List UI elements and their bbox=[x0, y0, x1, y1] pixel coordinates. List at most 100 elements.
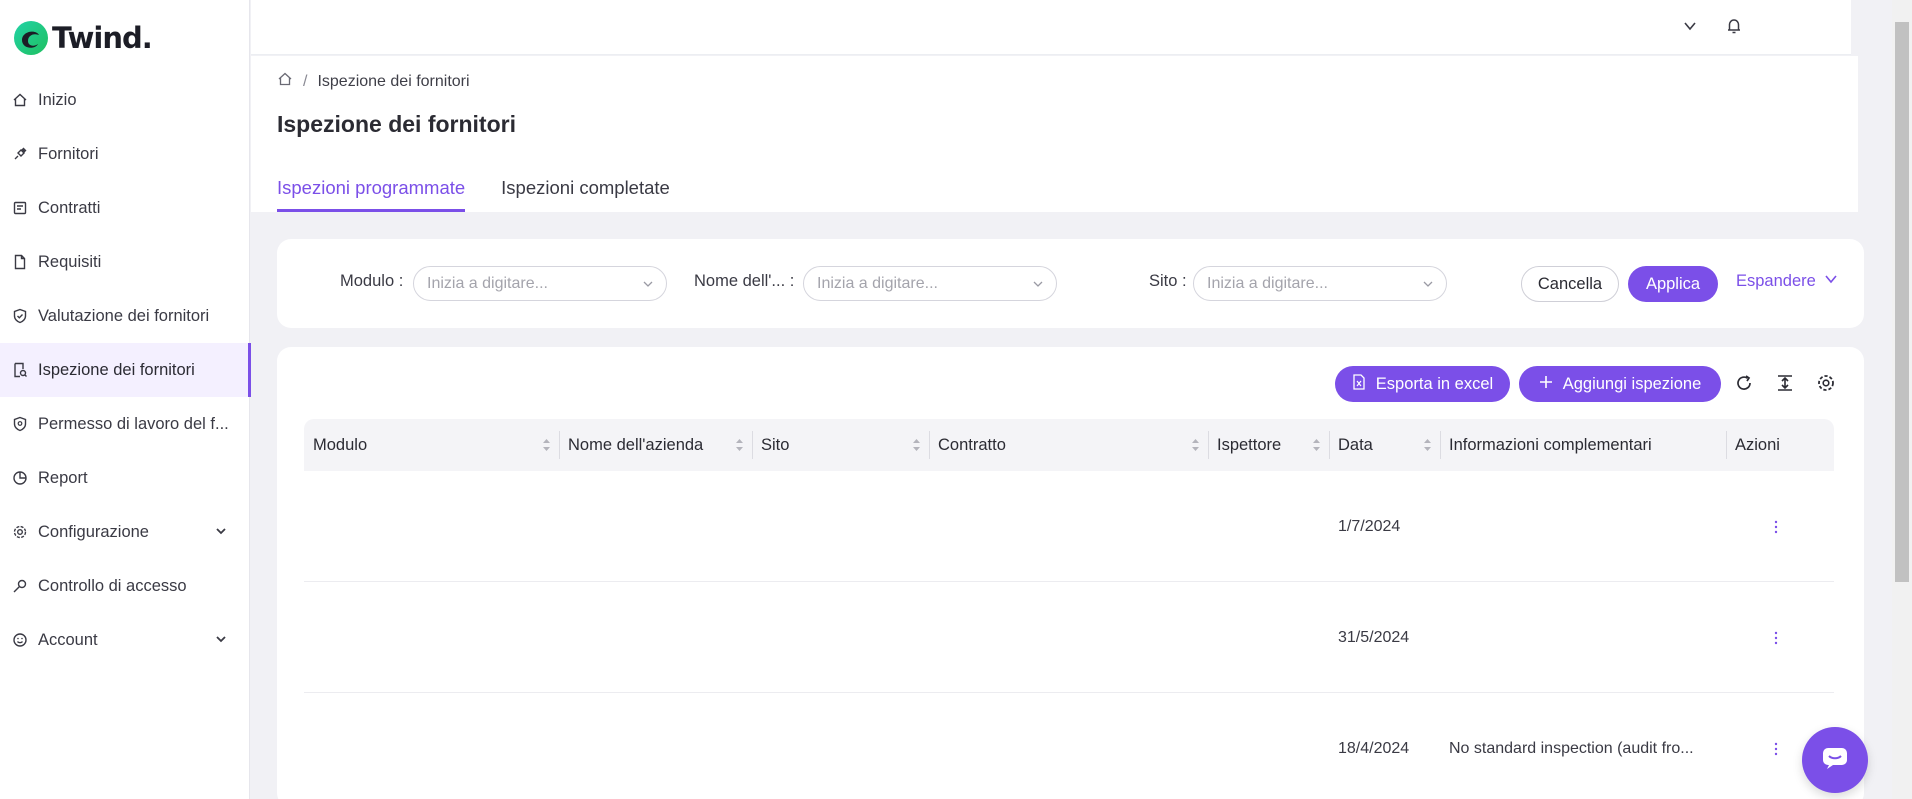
chevron-down-icon bbox=[1824, 272, 1838, 291]
column-label: Data bbox=[1338, 435, 1373, 454]
filter-nome-placeholder: Inizia a digitare... bbox=[817, 274, 938, 292]
cell-data: 31/5/2024 bbox=[1338, 628, 1410, 646]
filter-sito-placeholder: Inizia a digitare... bbox=[1207, 274, 1328, 292]
plug-icon bbox=[12, 146, 28, 162]
scrollbar-thumb[interactable] bbox=[1895, 22, 1909, 582]
refresh-icon[interactable] bbox=[1734, 373, 1754, 393]
column-label: Sito bbox=[761, 435, 790, 454]
chevron-down-icon[interactable] bbox=[1681, 17, 1699, 35]
pie-chart-icon bbox=[12, 470, 28, 486]
shield-icon bbox=[12, 416, 28, 432]
sidebar-item-permesso[interactable]: Permesso di lavoro del f... bbox=[0, 397, 250, 451]
plus-icon bbox=[1539, 375, 1553, 394]
sidebar-item-ispezione[interactable]: Ispezione dei fornitori bbox=[0, 343, 251, 397]
tabs: Ispezioni programmate Ispezioni completa… bbox=[277, 177, 670, 212]
gear-icon bbox=[12, 524, 28, 540]
settings-icon[interactable] bbox=[1816, 373, 1836, 393]
sidebar-item-label: Ispezione dei fornitori bbox=[38, 360, 195, 379]
breadcrumb-current: Ispezione dei fornitori bbox=[317, 72, 470, 90]
more-vertical-icon[interactable] bbox=[1774, 630, 1778, 646]
column-header-data[interactable]: Data bbox=[1329, 419, 1440, 471]
more-vertical-icon[interactable] bbox=[1774, 741, 1778, 757]
table-row[interactable]: 31/5/2024 bbox=[304, 582, 1834, 693]
filter-nome-select[interactable]: Inizia a digitare... bbox=[803, 266, 1057, 301]
chevron-down-icon bbox=[1032, 277, 1044, 289]
tab-ispezioni-programmate[interactable]: Ispezioni programmate bbox=[277, 177, 466, 212]
sidebar: Twind. Inizio Fornitori Contratti Requis… bbox=[0, 0, 251, 799]
chevron-down-icon bbox=[1422, 277, 1434, 289]
page-title: Ispezione dei fornitori bbox=[277, 111, 516, 137]
add-label: Aggiungi ispezione bbox=[1562, 374, 1702, 393]
chevron-down-icon bbox=[642, 277, 654, 289]
key-icon bbox=[12, 578, 28, 594]
column-header-sito[interactable]: Sito bbox=[752, 419, 929, 471]
sidebar-item-label: Account bbox=[38, 630, 98, 649]
sidebar-item-label: Configurazione bbox=[38, 522, 149, 541]
breadcrumb-separator: / bbox=[303, 72, 308, 90]
sidebar-item-controllo-accesso[interactable]: Controllo di accesso bbox=[0, 559, 250, 613]
sidebar-item-fornitori[interactable]: Fornitori bbox=[0, 127, 250, 181]
bell-icon[interactable] bbox=[1725, 17, 1743, 35]
column-label: Ispettore bbox=[1217, 435, 1282, 454]
sidebar-item-contratti[interactable]: Contratti bbox=[0, 181, 250, 235]
sidebar-item-report[interactable]: Report bbox=[0, 451, 250, 505]
sidebar-item-label: Requisiti bbox=[38, 252, 102, 271]
table-row[interactable]: 18/4/2024 No standard inspection (audit … bbox=[304, 693, 1834, 799]
column-height-icon[interactable] bbox=[1775, 373, 1795, 393]
column-label: Informazioni complementari bbox=[1449, 435, 1652, 454]
page-scrollbar[interactable] bbox=[1892, 0, 1912, 799]
sort-icon[interactable] bbox=[542, 438, 551, 452]
home-icon[interactable] bbox=[277, 71, 293, 92]
sidebar-item-valutazione[interactable]: Valutazione dei fornitori bbox=[0, 289, 250, 343]
chat-button[interactable] bbox=[1802, 727, 1868, 793]
table-panel: Esporta in excel Aggiungi ispezione Modu… bbox=[277, 347, 1864, 799]
sidebar-item-label: Contratti bbox=[38, 198, 101, 217]
sort-icon[interactable] bbox=[1191, 438, 1200, 452]
column-header-informazioni: Informazioni complementari bbox=[1440, 419, 1726, 471]
export-label: Esporta in excel bbox=[1375, 374, 1494, 393]
filter-sito-label: Sito : bbox=[1149, 272, 1187, 290]
filter-modulo-select[interactable]: Inizia a digitare... bbox=[413, 266, 667, 301]
export-excel-button[interactable]: Esporta in excel bbox=[1335, 366, 1510, 402]
column-label: Nome dell'azienda bbox=[568, 435, 704, 454]
sidebar-item-inizio[interactable]: Inizio bbox=[0, 73, 250, 127]
sort-icon[interactable] bbox=[1423, 438, 1432, 452]
smile-icon bbox=[12, 632, 28, 648]
column-header-azienda[interactable]: Nome dell'azienda bbox=[559, 419, 752, 471]
logo[interactable]: Twind. bbox=[12, 18, 153, 58]
add-inspection-button[interactable]: Aggiungi ispezione bbox=[1519, 366, 1721, 402]
filter-nome-label: Nome dell'... : bbox=[694, 272, 795, 290]
sidebar-item-account[interactable]: Account bbox=[0, 613, 250, 667]
column-header-azioni: Azioni bbox=[1726, 419, 1834, 471]
chevron-down-icon[interactable] bbox=[214, 524, 228, 538]
sidebar-item-requisiti[interactable]: Requisiti bbox=[0, 235, 250, 289]
table-row[interactable]: 1/7/2024 bbox=[304, 471, 1834, 582]
topbar-actions bbox=[1681, 17, 1743, 35]
sort-icon[interactable] bbox=[912, 438, 921, 452]
column-header-modulo[interactable]: Modulo bbox=[304, 419, 559, 471]
more-vertical-icon[interactable] bbox=[1774, 519, 1778, 535]
column-header-ispettore[interactable]: Ispettore bbox=[1208, 419, 1329, 471]
column-header-contratto[interactable]: Contratto bbox=[929, 419, 1208, 471]
sidebar-item-label: Valutazione dei fornitori bbox=[38, 306, 210, 325]
cell-data: 1/7/2024 bbox=[1338, 517, 1401, 535]
page-header: / Ispezione dei fornitori Ispezione dei … bbox=[251, 56, 1858, 212]
breadcrumb: / Ispezione dei fornitori bbox=[277, 71, 470, 92]
search-doc-icon bbox=[12, 362, 28, 378]
expand-label: Espandere bbox=[1736, 272, 1816, 290]
apply-button[interactable]: Applica bbox=[1628, 266, 1718, 302]
expand-filters-button[interactable]: Espandere bbox=[1736, 272, 1838, 291]
tab-ispezioni-completate[interactable]: Ispezioni completate bbox=[501, 177, 670, 212]
chevron-down-icon[interactable] bbox=[214, 632, 228, 646]
chat-icon bbox=[1821, 746, 1849, 775]
filter-sito-select[interactable]: Inizia a digitare... bbox=[1193, 266, 1447, 301]
sort-icon[interactable] bbox=[1312, 438, 1321, 452]
sidebar-nav: Inizio Fornitori Contratti Requisiti Val… bbox=[0, 73, 251, 667]
sidebar-item-configurazione[interactable]: Configurazione bbox=[0, 505, 250, 559]
document-icon bbox=[12, 200, 28, 216]
column-label: Modulo bbox=[313, 435, 368, 454]
filter-modulo-placeholder: Inizia a digitare... bbox=[427, 274, 548, 292]
sort-icon[interactable] bbox=[735, 438, 744, 452]
cancel-button[interactable]: Cancella bbox=[1521, 266, 1619, 302]
sidebar-item-label: Fornitori bbox=[38, 144, 99, 163]
